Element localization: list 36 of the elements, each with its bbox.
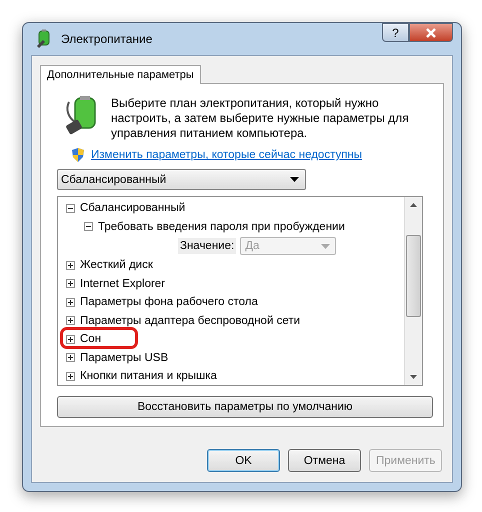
change-settings-link[interactable]: Изменить параметры, которые сейчас недоступны <box>91 149 362 161</box>
tree-item[interactable]: Internet Explorer <box>80 278 166 290</box>
help-button[interactable]: ? <box>382 23 409 42</box>
tree-item[interactable]: Параметры USB <box>80 352 168 364</box>
setting-label: Значение: <box>178 238 236 254</box>
dropdown-arrow-icon <box>290 177 299 182</box>
expand-icon[interactable] <box>66 316 75 326</box>
tree-item[interactable]: Требовать введения пароля при пробуждении <box>98 220 345 233</box>
scroll-down-icon[interactable] <box>410 375 417 379</box>
tab[interactable]: Дополнительные параметры <box>40 65 201 84</box>
plan-dropdown[interactable]: Сбалансированный <box>57 169 306 190</box>
tree-item[interactable]: Кнопки питания и крышка <box>80 370 217 382</box>
expand-icon[interactable] <box>66 279 75 288</box>
tree-item[interactable]: Сон <box>80 333 102 346</box>
tree-item[interactable]: Жесткий диск <box>80 259 153 272</box>
dropdown-arrow-icon <box>321 244 330 248</box>
dialog-button[interactable]: Отмена <box>288 449 361 472</box>
expand-icon[interactable] <box>66 334 75 344</box>
shield-icon <box>71 147 85 163</box>
tree-item[interactable]: Параметры адаптера беспроводной сети <box>80 314 300 327</box>
scroll-thumb[interactable] <box>406 235 421 317</box>
dialog-button[interactable]: OK <box>207 449 280 472</box>
collapse-icon[interactable] <box>66 204 75 213</box>
tree-item[interactable]: Сбалансированный <box>80 202 186 214</box>
close-icon <box>425 28 437 38</box>
window-title: Электропитание <box>61 32 152 46</box>
restore-defaults-button[interactable]: Восстановить параметры по умолчанию <box>57 396 433 418</box>
expand-icon[interactable] <box>66 298 75 307</box>
close-button[interactable] <box>409 23 453 42</box>
tree-item[interactable]: Параметры фона рабочего стола <box>80 296 258 308</box>
description-text: Выберите план электропитания, который нужно настроить, а затем выберите нужные параметры для управления питанием компьютера. <box>111 96 410 141</box>
collapse-icon[interactable] <box>84 222 93 232</box>
scroll-up-icon[interactable] <box>410 203 417 207</box>
expand-icon[interactable] <box>66 260 75 270</box>
expand-icon[interactable] <box>66 372 75 381</box>
expand-icon[interactable] <box>66 353 75 362</box>
